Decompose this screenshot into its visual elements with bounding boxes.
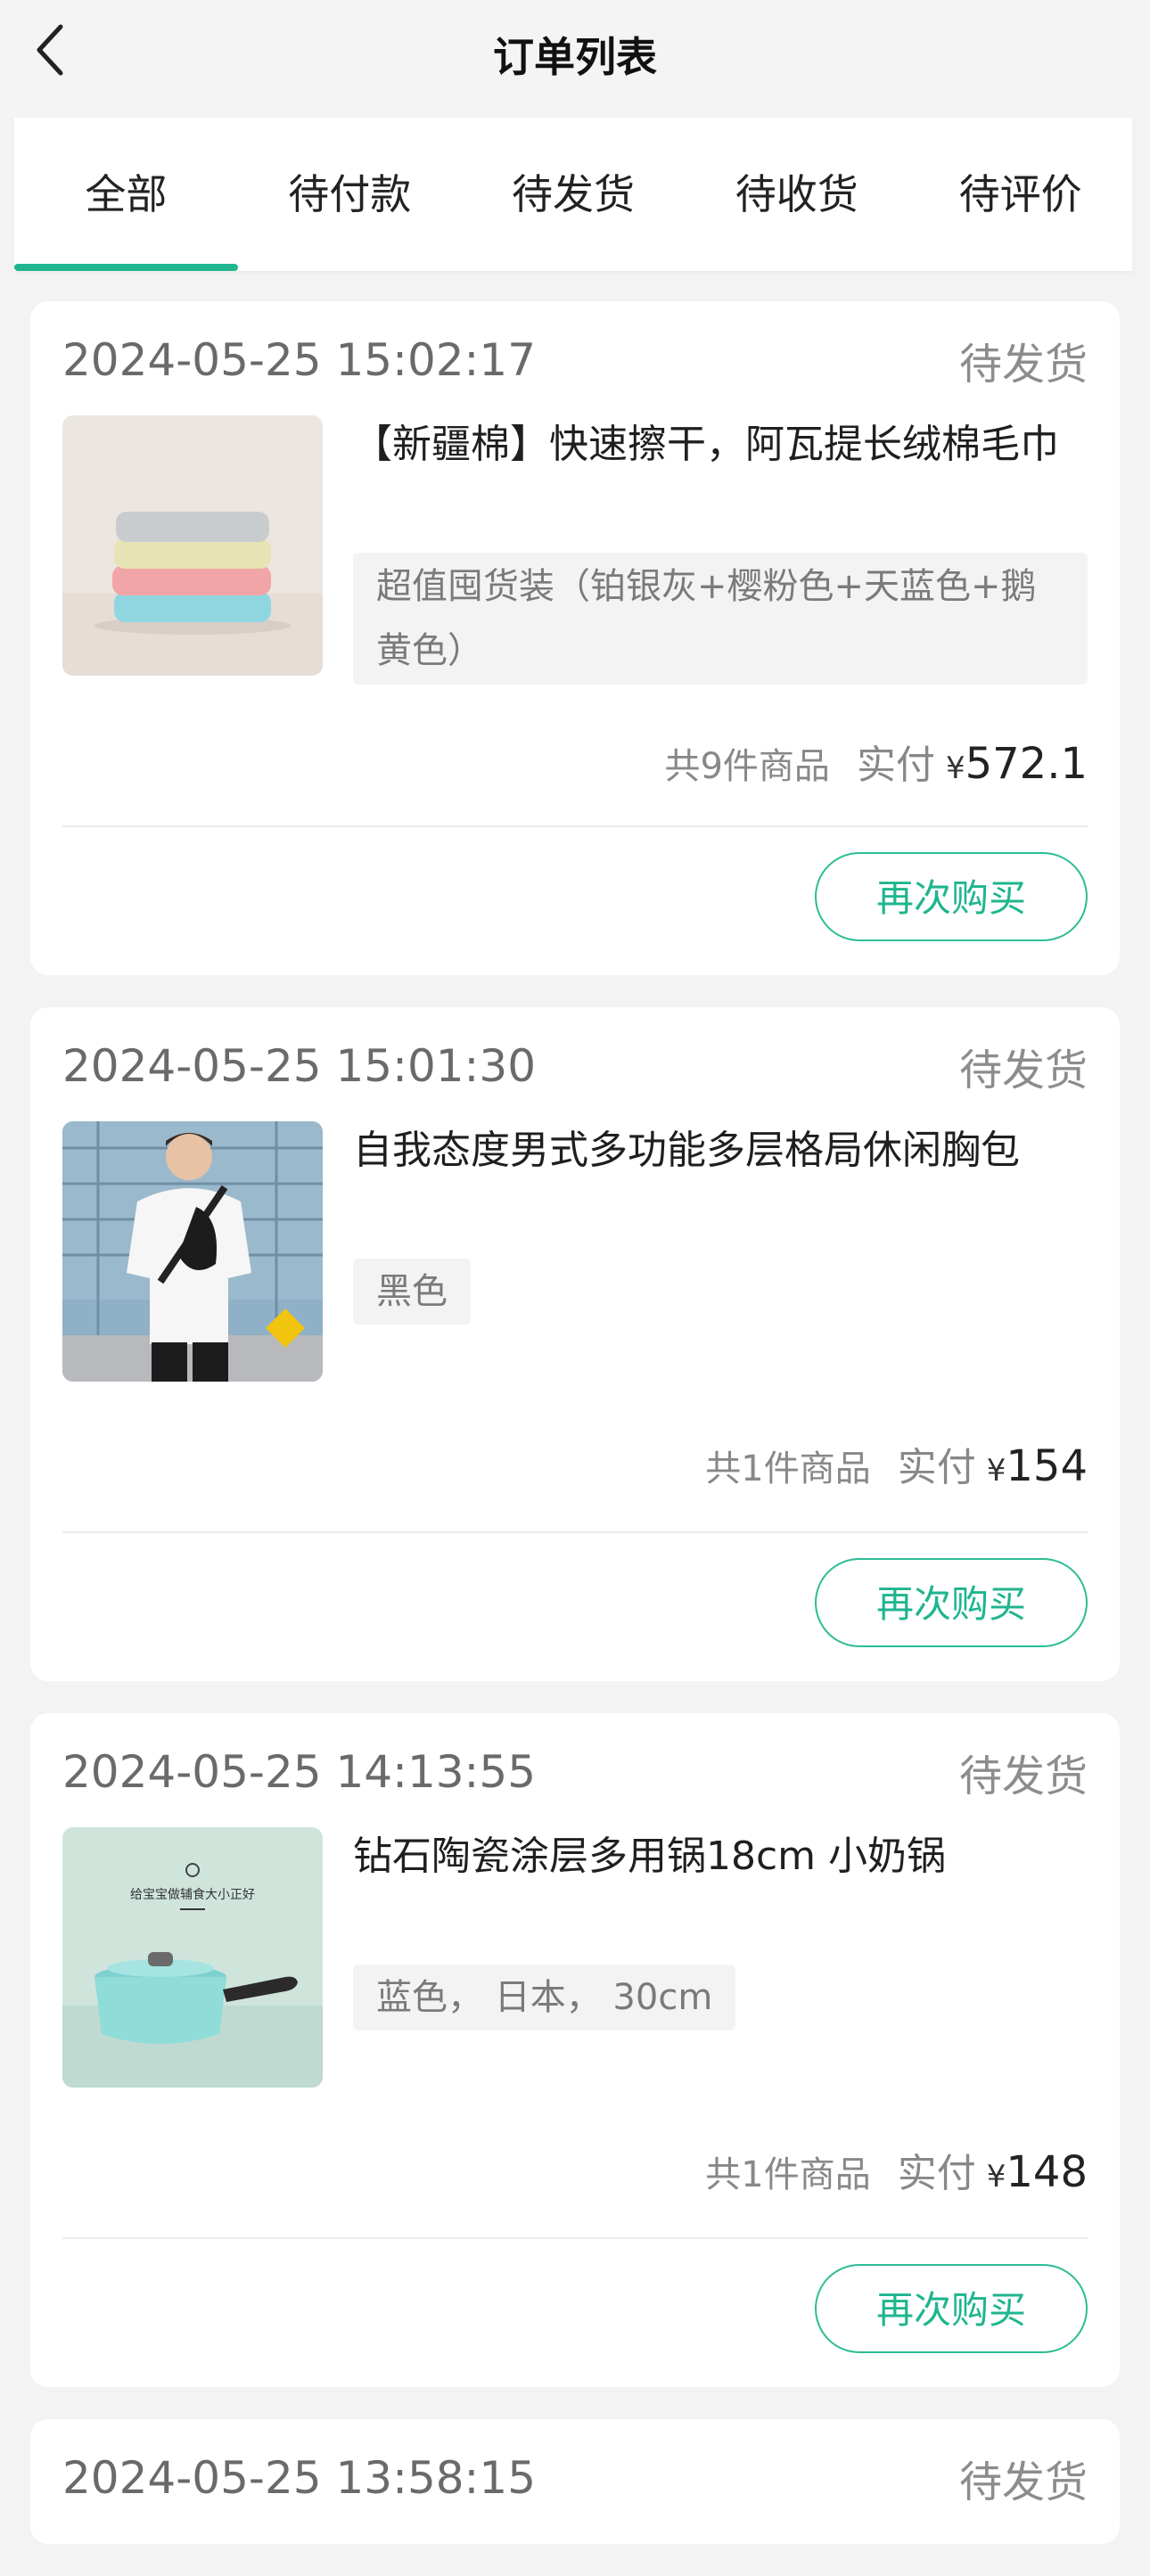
item-count: 共1件商品 <box>705 2154 871 2195</box>
order-total: 共9件商品 实付 ¥ 572.1 <box>664 733 1088 790</box>
product-name[interactable]: 自我态度男式多功能多层格局休闲胸包 <box>353 1121 1088 1180</box>
order-status: 待发货 <box>958 1752 1088 1801</box>
order-date: 2024-05-25 14:13:55 <box>62 1746 537 1798</box>
paid-label: 实付 <box>897 2151 976 2196</box>
buy-again-button[interactable]: 再次购买 <box>815 852 1088 941</box>
order-header: 2024-05-25 15:02:17 待发货 <box>62 333 1088 390</box>
product-image[interactable] <box>62 415 323 676</box>
order-card[interactable]: 2024-05-25 15:02:17 待发货 【新疆棉】快速擦干，阿瓦提长绒棉… <box>30 301 1120 975</box>
divider <box>62 825 1088 827</box>
paid-amount: 572.1 <box>965 739 1088 789</box>
product-spec: 蓝色， 日本， 30cm <box>353 1965 736 2030</box>
tab-pending-shipment[interactable]: 待发货 <box>462 118 686 271</box>
order-header: 2024-05-25 14:13:55 待发货 <box>62 1745 1088 1801</box>
towels-stack-image <box>62 415 323 676</box>
paid-label: 实付 <box>897 1445 976 1490</box>
tab-pending-payment[interactable]: 待付款 <box>238 118 462 271</box>
order-date: 2024-05-25 15:02:17 <box>62 334 537 386</box>
order-list: 2024-05-25 15:02:17 待发货 【新疆棉】快速擦干，阿瓦提长绒棉… <box>30 301 1120 2576</box>
order-date: 2024-05-25 15:01:30 <box>62 1040 537 1092</box>
product-spec: 黑色 <box>353 1259 471 1325</box>
divider <box>62 2237 1088 2239</box>
buy-again-button[interactable]: 再次购买 <box>815 1558 1088 1647</box>
paid-label: 实付 <box>856 742 935 788</box>
product-name[interactable]: 【新疆棉】快速擦干，阿瓦提长绒棉毛巾 <box>353 415 1088 474</box>
product-spec-text: 超值囤货装（铂银灰+樱粉色+天蓝色+鹅黄色） <box>376 566 1037 671</box>
order-status: 待发货 <box>958 340 1088 390</box>
order-card[interactable]: 2024-05-25 13:58:15 待发货 <box>30 2419 1120 2544</box>
milk-pot-image: 给宝宝做辅食大小正好 <box>62 1827 323 2088</box>
currency-symbol: ¥ <box>986 1453 1006 1489</box>
order-total: 共1件商品 实付 ¥ 154 <box>705 1435 1088 1492</box>
nav-bar: 订单列表 <box>0 0 1150 118</box>
currency-symbol: ¥ <box>945 751 965 786</box>
currency-symbol: ¥ <box>986 2159 1006 2195</box>
divider <box>62 1531 1088 1533</box>
order-header: 2024-05-25 15:01:30 待发货 <box>62 1039 1088 1095</box>
page-title: 订单列表 <box>493 33 657 81</box>
product-spec: 超值囤货装（铂银灰+樱粉色+天蓝色+鹅黄色） <box>353 553 1088 685</box>
pot-image-caption: 给宝宝做辅食大小正好 <box>130 1887 255 1902</box>
order-card[interactable]: 2024-05-25 15:01:30 待发货 自我态度男式多功能多层格局休闲胸… <box>30 1007 1120 1681</box>
order-card[interactable]: 2024-05-25 14:13:55 待发货 给宝宝做辅食大小正好 钻石陶瓷涂… <box>30 1713 1120 2387</box>
item-count: 共9件商品 <box>664 746 830 787</box>
tab-all[interactable]: 全部 <box>14 118 238 271</box>
tab-pending-review[interactable]: 待评价 <box>908 118 1132 271</box>
order-date: 2024-05-25 13:58:15 <box>62 2452 537 2504</box>
order-header: 2024-05-25 13:58:15 待发货 <box>62 2451 1088 2507</box>
item-count: 共1件商品 <box>705 1448 871 1489</box>
tab-pending-receipt[interactable]: 待收货 <box>685 118 908 271</box>
order-total: 共1件商品 实付 ¥ 148 <box>705 2141 1088 2198</box>
order-status: 待发货 <box>958 2457 1088 2507</box>
man-with-chest-bag-image <box>62 1121 323 1382</box>
product-image[interactable]: 给宝宝做辅食大小正好 <box>62 1827 323 2088</box>
product-name[interactable]: 钻石陶瓷涂层多用锅18cm 小奶锅 <box>353 1827 1088 1886</box>
paid-amount: 154 <box>1006 1441 1088 1491</box>
order-status: 待发货 <box>958 1046 1088 1095</box>
product-image[interactable] <box>62 1121 323 1382</box>
paid-amount: 148 <box>1006 2147 1088 2197</box>
buy-again-button[interactable]: 再次购买 <box>815 2264 1088 2353</box>
order-status-tabs: 全部 待付款 待发货 待收货 待评价 <box>14 118 1132 271</box>
